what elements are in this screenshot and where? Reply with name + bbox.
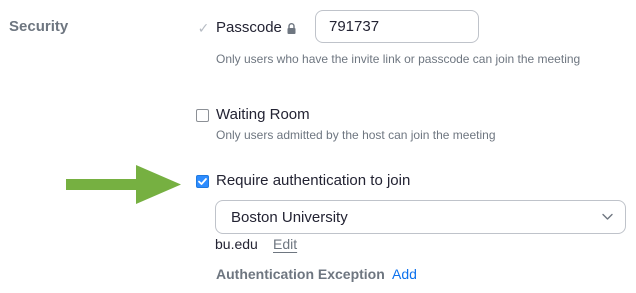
auth-exception-label: Authentication Exception [216, 266, 385, 282]
auth-domain-text: bu.edu [215, 236, 258, 252]
auth-method-select[interactable]: Boston University [215, 200, 626, 234]
lock-icon [287, 23, 296, 34]
waiting-room-label: Waiting Room [216, 106, 310, 123]
waiting-room-helper-text: Only users admitted by the host can join… [216, 128, 496, 142]
passcode-label: Passcode [216, 19, 282, 36]
add-auth-exception-link[interactable]: Add [392, 266, 417, 282]
edit-domain-link[interactable]: Edit [273, 236, 297, 252]
require-auth-checkbox[interactable] [196, 175, 209, 188]
auth-method-select-value: Boston University [231, 209, 348, 226]
chevron-down-icon [602, 213, 613, 220]
checkmark-icon [198, 178, 207, 185]
passcode-input[interactable] [315, 10, 479, 43]
passcode-helper-text: Only users who have the invite link or p… [216, 52, 581, 66]
security-section-label: Security [9, 18, 69, 35]
passcode-checkbox[interactable]: ✓ [197, 21, 210, 35]
waiting-room-checkbox[interactable] [196, 109, 209, 122]
require-auth-label: Require authentication to join [216, 172, 411, 189]
arrow-right-icon [66, 165, 181, 204]
